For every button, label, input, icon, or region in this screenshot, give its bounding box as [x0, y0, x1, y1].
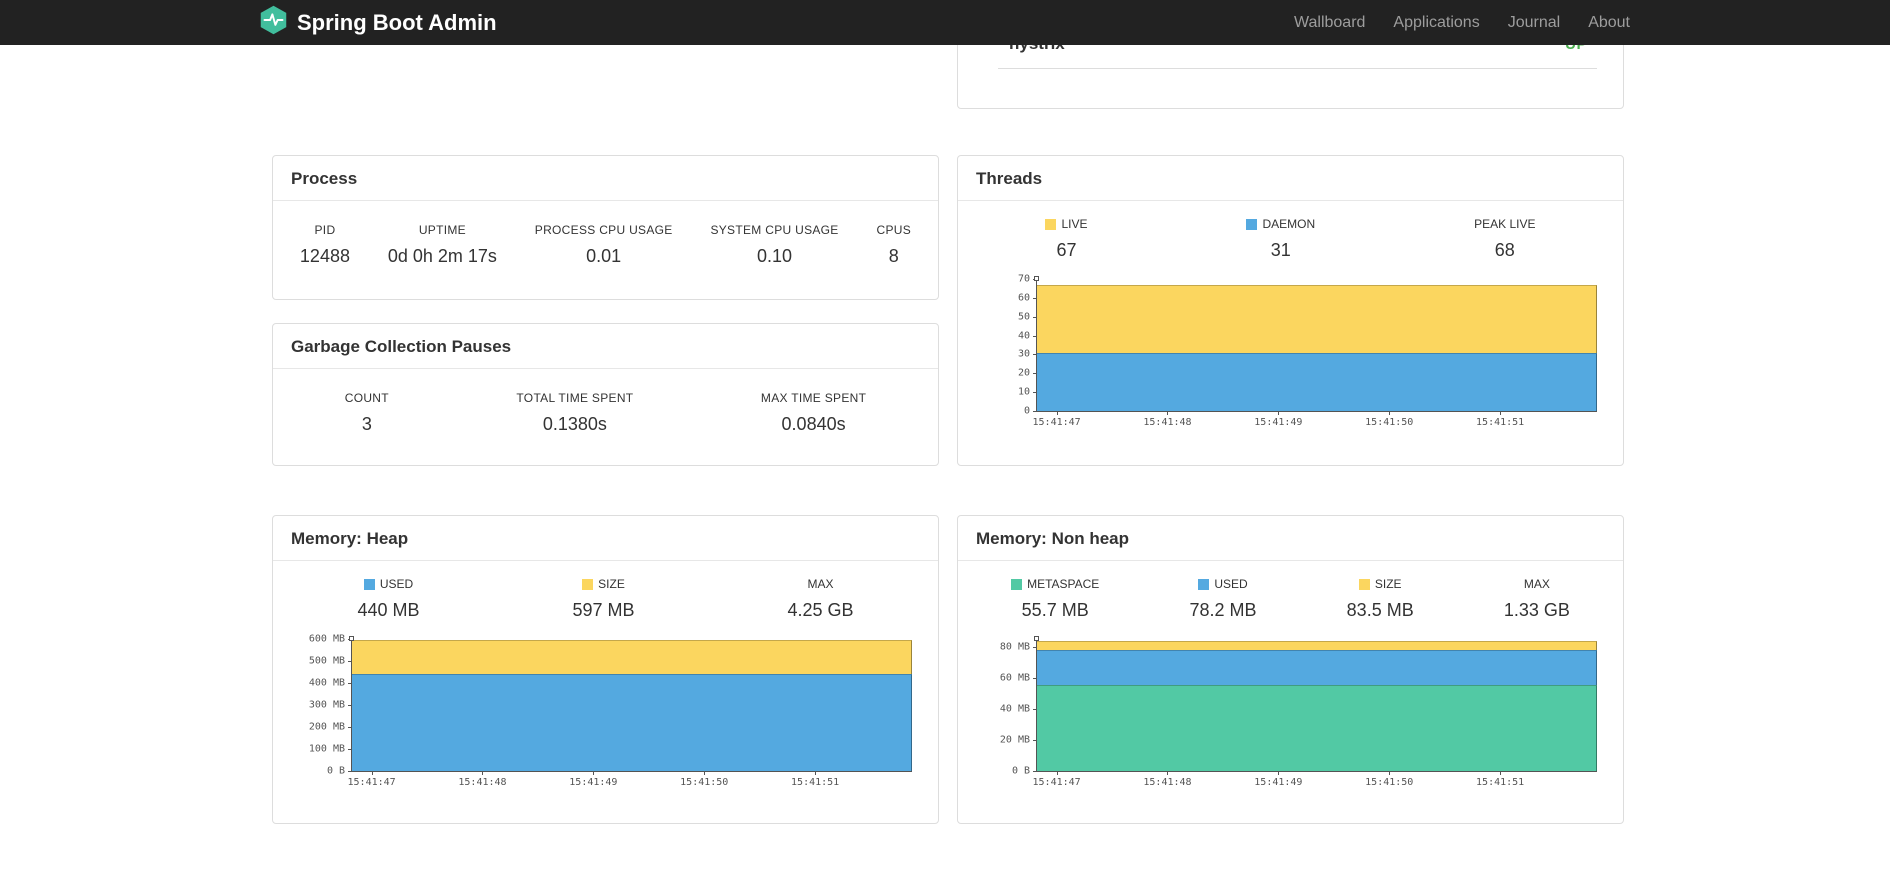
legend-heap-size: SIZE 597 MB: [572, 577, 634, 621]
nav-item-journal[interactable]: Journal: [1508, 14, 1560, 32]
gc-card: Garbage Collection Pauses COUNT 3 TOTAL …: [272, 323, 939, 466]
metric-value: 3: [361, 414, 372, 434]
metric-label: MAX TIME SPENT: [760, 391, 867, 405]
nav-item-about[interactable]: About: [1588, 14, 1630, 32]
memory-heap-card: Memory: Heap USED 440 MB SIZE 597 MB MAX: [272, 515, 939, 824]
metric-value: 0.0840s: [781, 414, 846, 434]
memory-nonheap-card: Memory: Non heap METASPACE 55.7 MB USED …: [957, 515, 1624, 824]
nav-item-wallboard[interactable]: Wallboard: [1294, 14, 1365, 32]
legend-label: USED: [1214, 577, 1248, 591]
legend-value: 597 MB: [572, 600, 635, 620]
metric-value: 0d 0h 2m 17s: [387, 246, 497, 266]
legend-value: 83.5 MB: [1346, 600, 1414, 620]
legend-label: LIVE: [1061, 217, 1088, 231]
legend-metaspace: METASPACE 55.7 MB: [1011, 577, 1099, 621]
legend-value: 1.33 GB: [1503, 600, 1570, 620]
memory-heap-legend: USED 440 MB SIZE 597 MB MAX 4.25 GB: [273, 577, 938, 621]
metric-label: PID: [314, 223, 336, 237]
legend-value: 4.25 GB: [787, 600, 854, 620]
process-card: Process PID 12488 UPTIME 0d 0h 2m 17s PR…: [272, 155, 939, 300]
metric-cpus: CPUS 8: [876, 223, 911, 267]
legend-label: MAX: [1523, 577, 1550, 591]
process-card-title: Process: [273, 156, 938, 201]
nonheap-used-swatch-icon: [1198, 578, 1210, 590]
legend-label: DAEMON: [1262, 217, 1316, 231]
metaspace-swatch-icon: [1011, 578, 1023, 590]
legend-value: 55.7 MB: [1021, 600, 1089, 620]
legend-value: 78.2 MB: [1189, 600, 1257, 620]
legend-value: 68: [1494, 240, 1515, 260]
page: Spring Boot Admin Wallboard Applications…: [0, 0, 1890, 892]
brand-title: Spring Boot Admin: [297, 9, 497, 35]
brand[interactable]: Spring Boot Admin: [260, 5, 497, 40]
memory-nonheap-card-title: Memory: Non heap: [958, 516, 1623, 561]
metric-value: 0.01: [586, 246, 622, 266]
metric-value: 0.10: [757, 246, 793, 266]
metric-pid: PID 12488: [300, 223, 350, 267]
legend-label: METASPACE: [1027, 577, 1100, 591]
metric-process-cpu: PROCESS CPU USAGE 0.01: [535, 223, 673, 267]
legend-label: SIZE: [598, 577, 625, 591]
legend-heap-used: USED 440 MB: [357, 577, 419, 621]
legend-nonheap-max: MAX 1.33 GB: [1504, 577, 1570, 621]
legend-value: 440 MB: [357, 600, 420, 620]
heap-size-swatch-icon: [582, 578, 594, 590]
metric-label: UPTIME: [418, 223, 466, 237]
heap-used-swatch-icon: [363, 578, 375, 590]
metric-label: COUNT: [344, 391, 389, 405]
metric-system-cpu: SYSTEM CPU USAGE 0.10: [710, 223, 838, 267]
threads-card-title: Threads: [958, 156, 1623, 201]
daemon-swatch-icon: [1246, 218, 1258, 230]
metric-gc-count: COUNT 3: [345, 391, 389, 435]
live-swatch-icon: [1045, 218, 1057, 230]
nav-item-applications[interactable]: Applications: [1393, 14, 1479, 32]
nonheap-size-swatch-icon: [1358, 578, 1370, 590]
threads-legend: LIVE 67 DAEMON 31 PEAK LIVE 68: [958, 217, 1623, 261]
legend-live: LIVE 67: [1045, 217, 1088, 261]
legend-nonheap-size: SIZE 83.5 MB: [1347, 577, 1414, 621]
metric-value: 8: [888, 246, 899, 266]
navbar: Spring Boot Admin Wallboard Applications…: [0, 0, 1890, 45]
legend-nonheap-used: USED 78.2 MB: [1189, 577, 1256, 621]
legend-value: 67: [1056, 240, 1077, 260]
metric-label: TOTAL TIME SPENT: [516, 391, 634, 405]
nav-links: Wallboard Applications Journal About: [1294, 14, 1630, 32]
legend-label: USED: [379, 577, 414, 591]
legend-peak-live: PEAK LIVE 68: [1474, 217, 1535, 261]
legend-value: 31: [1270, 240, 1291, 260]
legend-heap-max: MAX 4.25 GB: [787, 577, 853, 621]
gc-metrics: COUNT 3 TOTAL TIME SPENT 0.1380s MAX TIM…: [273, 391, 938, 435]
memory-nonheap-legend: METASPACE 55.7 MB USED 78.2 MB SIZE 83.5…: [958, 577, 1623, 621]
metric-label: SYSTEM CPU USAGE: [710, 223, 839, 237]
metric-gc-total-time: TOTAL TIME SPENT 0.1380s: [516, 391, 633, 435]
brand-pulse-icon: [260, 5, 287, 40]
metric-label: CPUS: [876, 223, 912, 237]
legend-label: MAX: [807, 577, 834, 591]
legend-label: SIZE: [1374, 577, 1402, 591]
gc-card-title: Garbage Collection Pauses: [273, 324, 938, 369]
threads-chart: 70 60 50 40 30 20 10 0 15:41:47 15:41:48 15:41:49 1…: [1018, 274, 1597, 428]
metric-value: 12488: [299, 246, 350, 266]
process-metrics: PID 12488 UPTIME 0d 0h 2m 17s PROCESS CP…: [273, 223, 938, 267]
legend-daemon: DAEMON 31: [1246, 217, 1315, 261]
metric-gc-max-time: MAX TIME SPENT 0.0840s: [761, 391, 866, 435]
legend-label: PEAK LIVE: [1474, 217, 1536, 231]
metric-label: PROCESS CPU USAGE: [534, 223, 673, 237]
memory-heap-card-title: Memory: Heap: [273, 516, 938, 561]
metric-value: 0.1380s: [542, 414, 607, 434]
memory-heap-chart: 600 MB 500 MB 400 MB 300 MB 200 MB 100 MB 0 B1…: [309, 634, 912, 788]
metric-uptime: UPTIME 0d 0h 2m 17s: [388, 223, 497, 267]
memory-nonheap-chart: 80 MB 60 MB 40 MB 20 MB 0 B 15:41:47 15:41:48 1…: [1000, 636, 1597, 788]
threads-card: Threads LIVE 67 DAEMON 31 PEAK LIVE 68 7…: [957, 155, 1624, 466]
